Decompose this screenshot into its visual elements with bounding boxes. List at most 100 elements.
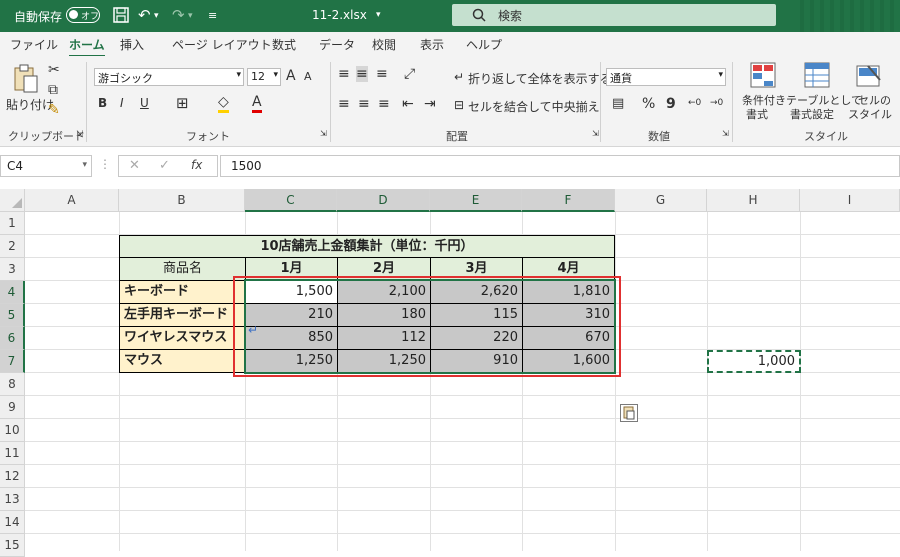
decrease-font-icon[interactable]: A [304,70,312,83]
comma-button[interactable]: 9 [666,96,676,112]
bold-button[interactable]: B [98,96,107,110]
column-header-f[interactable]: F [522,189,615,212]
filename-chevron-icon[interactable]: ▾ [376,10,381,20]
row-header[interactable]: 1 [0,212,25,235]
paste-label[interactable]: 貼り付け [6,96,54,113]
undo-dropdown-icon[interactable]: ▾ [154,11,159,21]
chevron-down-icon[interactable]: ▾ [82,160,87,170]
tab-home[interactable]: ホーム [69,36,105,58]
row-header[interactable]: 8 [0,373,25,396]
cancel-icon[interactable]: ✕ [129,158,140,173]
copied-cell[interactable]: 1,000 [707,350,801,373]
merge-center-button[interactable]: セルを結合して中央揃え [468,98,600,115]
cell-styles-icon[interactable] [856,62,882,88]
copy-icon[interactable]: ⧉ [48,82,58,98]
save-icon[interactable] [113,7,129,23]
increase-font-icon[interactable]: A [286,68,296,84]
font-size-select[interactable]: 12 ▾ [247,68,281,86]
align-right-icon[interactable]: ≡ [378,96,390,112]
fill-color-icon[interactable]: ◇ [218,94,229,113]
tab-insert[interactable]: 挿入 [120,36,144,53]
orientation-icon[interactable]: ⤢ [404,66,415,82]
row-header[interactable]: 15 [0,534,25,557]
column-header-i[interactable]: I [800,189,900,212]
font-color-button[interactable]: A [252,94,262,113]
align-left-icon[interactable]: ≡ [338,96,350,112]
font-launcher-icon[interactable]: ⇲ [320,129,327,138]
format-painter-icon[interactable]: ✎ [48,102,60,118]
tab-view[interactable]: 表示 [420,36,444,53]
format-table-label-2[interactable]: 書式設定 [790,106,834,122]
column-header-b[interactable]: B [119,189,245,212]
align-middle-icon[interactable]: ≡ [356,66,368,82]
row-header[interactable]: 2 [0,235,25,258]
paste-icon[interactable] [12,64,40,94]
formula-input[interactable]: 1500 [220,155,900,177]
increase-indent-icon[interactable]: ⇥ [424,96,436,112]
table-title[interactable]: 10店舗売上金額集計（単位：千円） [119,235,615,258]
autosave-toggle[interactable]: オフ [66,7,100,23]
tab-data[interactable]: データ [319,36,355,53]
row-header[interactable]: 9 [0,396,25,419]
percent-button[interactable]: % [642,96,655,112]
font-name-select[interactable]: 游ゴシック ▾ [94,68,244,86]
tab-page-layout[interactable]: ページ レイアウト [172,36,272,53]
product-name[interactable]: 左手用キーボード [119,303,246,327]
row-header[interactable]: 14 [0,511,25,534]
wrap-text-button[interactable]: 折り返して全体を表示する [468,70,612,87]
number-format-select[interactable]: 通貨 ▾ [606,68,726,86]
product-name[interactable]: ワイヤレスマウス [119,326,246,350]
row-header[interactable]: 11 [0,442,25,465]
tab-formulas[interactable]: 数式 [272,36,296,53]
column-header-g[interactable]: G [615,189,707,212]
decrease-indent-icon[interactable]: ⇤ [402,96,414,112]
row-header[interactable]: 10 [0,419,25,442]
undo-icon[interactable]: ↶ [138,6,151,24]
redo-icon[interactable]: ↷ [172,6,185,24]
increase-decimal-icon[interactable]: ←0 [688,98,701,108]
name-box[interactable]: C4 ▾ [0,155,92,177]
insert-function-button[interactable]: fx [191,158,202,172]
row-header[interactable]: 12 [0,465,25,488]
header-product[interactable]: 商品名 [119,257,246,281]
file-name[interactable]: 11-2.xlsx [312,8,367,22]
clipboard-launcher-icon[interactable]: ⇲ [76,129,83,138]
tab-file[interactable]: ファイル [10,36,58,53]
row-header[interactable]: 7 [0,350,25,373]
align-center-icon[interactable]: ≡ [358,96,370,112]
row-header[interactable]: 13 [0,488,25,511]
borders-icon[interactable]: ⊞ [176,94,189,112]
column-header-h[interactable]: H [707,189,800,212]
paste-options-icon[interactable] [620,404,638,422]
wrap-text-icon[interactable]: ↵ [454,70,464,84]
merge-center-icon[interactable]: ⊟ [454,98,464,112]
italic-button[interactable]: I [120,96,124,110]
customize-qat-icon[interactable]: ≡ [208,9,217,22]
row-header[interactable]: 5 [0,304,25,327]
column-header-d[interactable]: D [337,189,430,212]
row-header[interactable]: 3 [0,258,25,281]
column-header-e[interactable]: E [430,189,522,212]
cell-styles-label-2[interactable]: スタイル [848,106,892,122]
tab-review[interactable]: 校閲 [372,36,396,53]
accounting-format-icon[interactable]: ▤ [612,96,624,111]
worksheet-grid[interactable]: A B C D E F G H I 1 2 3 4 5 6 7 8 9 10 1… [0,189,900,557]
product-name[interactable]: マウス [119,349,246,373]
tab-help[interactable]: ヘルプ [466,36,502,53]
align-bottom-icon[interactable]: ≡ [376,66,388,82]
underline-button[interactable]: U [140,96,149,110]
cond-format-label-2[interactable]: 書式 [746,106,768,122]
number-launcher-icon[interactable]: ⇲ [722,129,729,138]
conditional-format-icon[interactable] [750,62,776,88]
search-box[interactable]: 検索 [452,4,776,26]
align-top-icon[interactable]: ≡ [338,66,350,82]
column-header-a[interactable]: A [25,189,119,212]
row-header[interactable]: 6 [0,327,25,350]
product-name[interactable]: キーボード [119,280,246,304]
format-as-table-icon[interactable] [804,62,830,88]
enter-icon[interactable]: ✓ [159,158,170,173]
column-header-c[interactable]: C [245,189,337,212]
alignment-launcher-icon[interactable]: ⇲ [592,129,599,138]
cut-icon[interactable]: ✂ [48,62,60,78]
row-header[interactable]: 4 [0,281,25,304]
